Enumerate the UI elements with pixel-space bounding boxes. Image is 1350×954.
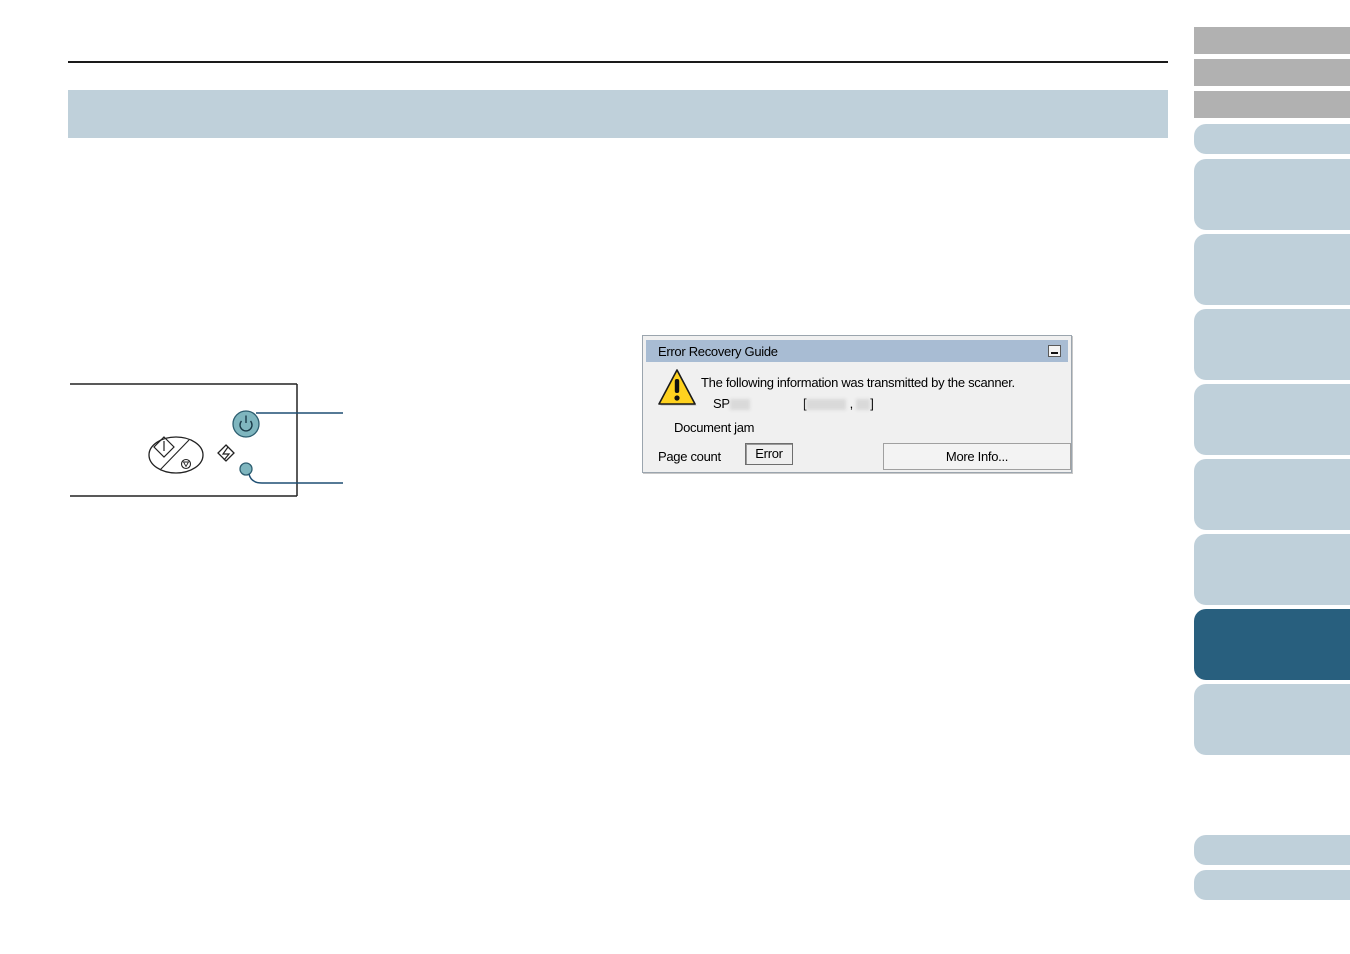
section-heading-band [68, 90, 1168, 138]
code-separator: , [849, 396, 854, 411]
warning-icon [658, 369, 697, 406]
minimize-icon[interactable] [1048, 345, 1061, 357]
nav-tab-12[interactable] [1194, 684, 1350, 755]
manual-page: Error Recovery Guide The following infor… [0, 0, 1350, 954]
nav-tab-7[interactable] [1194, 309, 1350, 380]
nav-tab-current[interactable] [1194, 609, 1350, 680]
power-button[interactable] [232, 410, 260, 438]
nav-tab-10[interactable] [1194, 534, 1350, 605]
nav-tab-6[interactable] [1194, 234, 1350, 305]
dialog-title: Error Recovery Guide [658, 344, 778, 359]
error-recovery-guide-dialog: Error Recovery Guide The following infor… [642, 335, 1072, 473]
scanner-model: SP [713, 396, 750, 411]
dialog-titlebar: Error Recovery Guide [646, 340, 1068, 362]
nav-tab-13[interactable] [1194, 835, 1350, 865]
error-status: Document jam [674, 420, 755, 435]
dialog-message: The following information was transmitte… [701, 375, 1015, 390]
function-icon [217, 444, 235, 462]
led-callout-line [248, 473, 343, 484]
redacted-code [806, 399, 847, 411]
nav-tab-1[interactable] [1194, 27, 1350, 54]
nav-tab-5[interactable] [1194, 159, 1350, 230]
error-code: [ , ] [803, 396, 874, 411]
code-close-bracket: ] [870, 396, 874, 411]
operator-panel-figure [70, 383, 343, 497]
page-count-button[interactable]: Page count [658, 449, 721, 464]
nav-tab-14[interactable] [1194, 870, 1350, 900]
redacted-model-suffix [729, 399, 750, 411]
scan-stop-icon [148, 436, 204, 474]
error-led [239, 462, 253, 476]
nav-tab-2[interactable] [1194, 59, 1350, 86]
nav-tab-8[interactable] [1194, 384, 1350, 455]
more-info-button[interactable]: More Info... [883, 443, 1071, 470]
model-prefix: SP [713, 396, 730, 411]
nav-tab-9[interactable] [1194, 459, 1350, 530]
redacted-code-detail [856, 399, 871, 411]
nav-tab-4[interactable] [1194, 124, 1350, 154]
error-button[interactable]: Error [745, 443, 793, 465]
header-rule [68, 61, 1168, 63]
nav-tab-3[interactable] [1194, 91, 1350, 118]
